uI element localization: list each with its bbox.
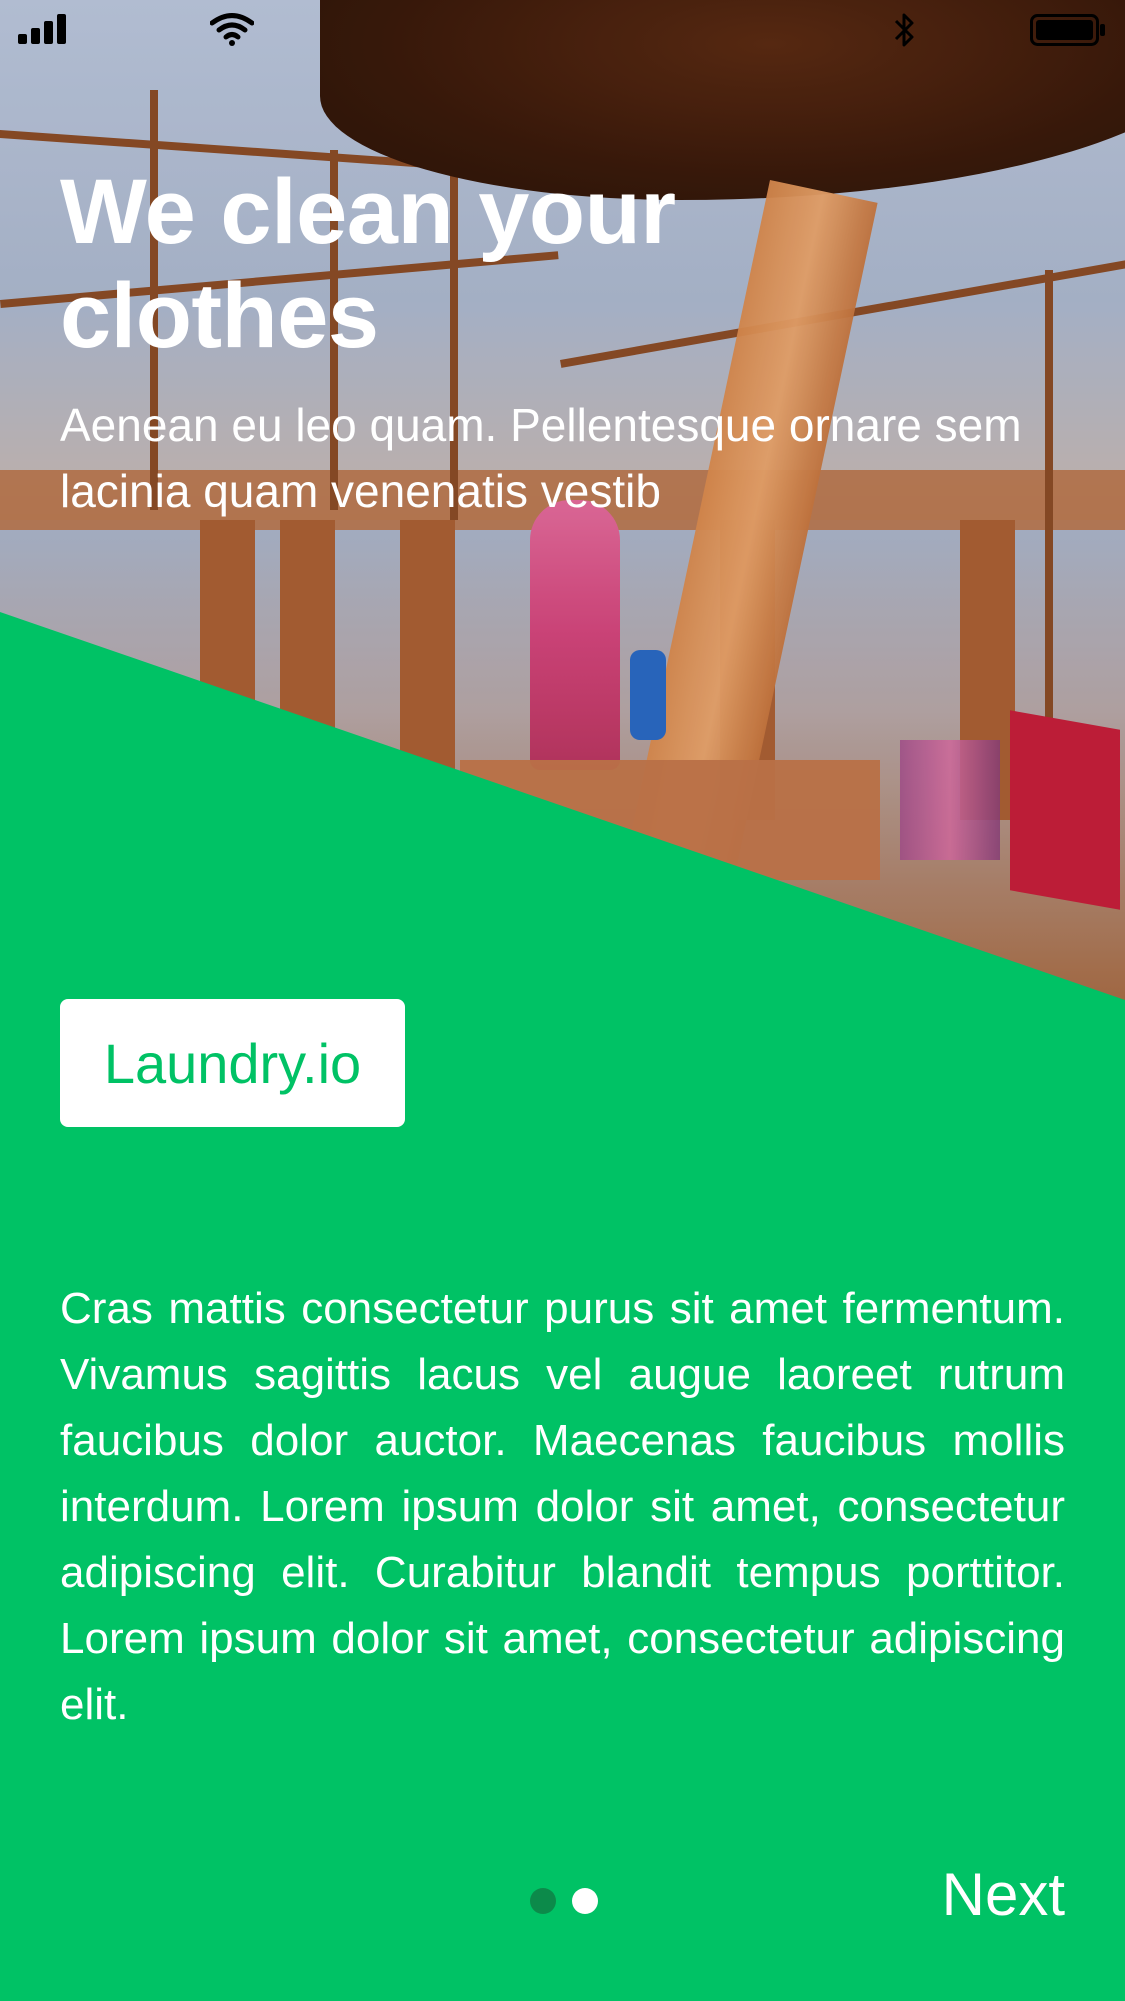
status-bar	[0, 0, 1125, 60]
description-text: Cras mattis consectetur purus sit amet f…	[60, 1284, 1065, 1729]
brand-label: Laundry.io	[103, 1031, 362, 1095]
page-dot-active[interactable]	[530, 1888, 556, 1914]
page-dot-inactive[interactable]	[572, 1888, 598, 1914]
wifi-icon	[210, 13, 254, 46]
cellular-signal-icon	[18, 14, 66, 44]
battery-icon	[1030, 14, 1105, 46]
next-button[interactable]: Next	[942, 1860, 1065, 1929]
bluetooth-icon	[894, 13, 914, 47]
brand-badge: Laundry.io	[60, 999, 405, 1127]
page-title: We clean your clothes	[60, 161, 676, 367]
page-indicator[interactable]	[530, 1888, 600, 1914]
page-subtitle: Aenean eu leo quam. Pellentesque ornare …	[60, 399, 1022, 517]
